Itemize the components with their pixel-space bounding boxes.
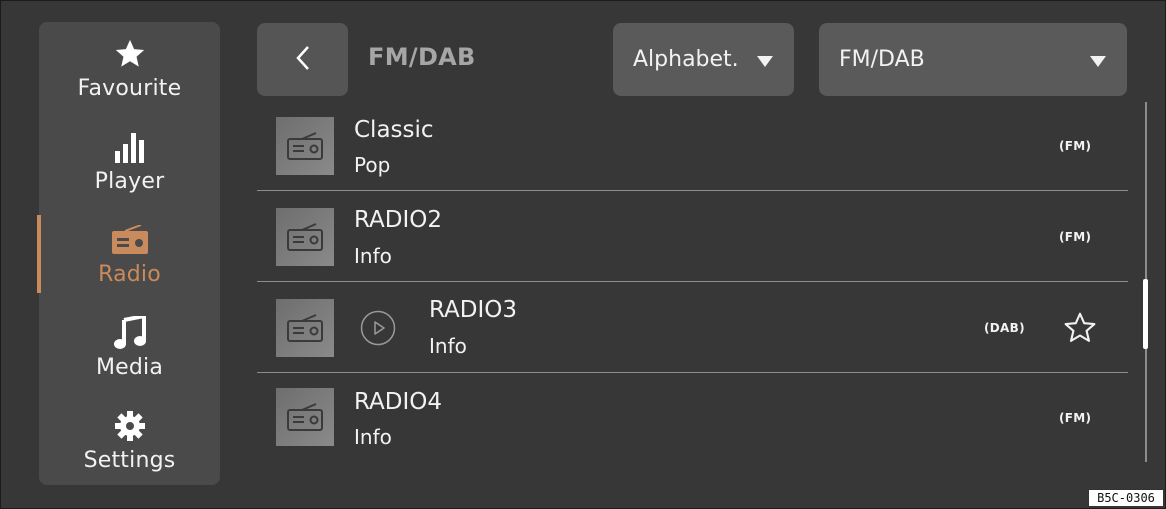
sidebar-item-label: Favourite xyxy=(77,76,182,101)
star-outline-icon[interactable] xyxy=(1062,310,1098,346)
station-name: RADIO3 xyxy=(429,297,518,323)
station-row-radio3[interactable]: RADIO3 Info (DAB) xyxy=(257,283,1128,373)
row-divider xyxy=(257,190,1128,191)
station-name: Classic xyxy=(354,117,434,143)
sidebar-item-label: Player xyxy=(94,169,165,194)
sort-dropdown[interactable]: Alphabet. xyxy=(613,23,794,96)
figure-code-label: B5C-0306 xyxy=(1088,489,1164,507)
radio-icon xyxy=(276,208,334,266)
source-dropdown-value: FM/DAB xyxy=(839,47,925,72)
star-icon xyxy=(110,36,150,72)
station-subtitle: Pop xyxy=(354,153,391,177)
station-name: RADIO2 xyxy=(354,207,443,233)
equalizer-bars-icon xyxy=(110,129,150,165)
back-button[interactable] xyxy=(257,23,348,96)
radio-icon xyxy=(276,117,334,175)
radio-icon xyxy=(276,388,334,446)
sidebar-item-label: Settings xyxy=(83,448,176,473)
sidebar-item-settings[interactable]: Settings xyxy=(39,394,220,484)
sidebar-item-label: Radio xyxy=(98,262,161,287)
sidebar: Favourite Player Radio Media Settings xyxy=(37,22,220,485)
radio-icon xyxy=(110,222,150,258)
sort-dropdown-value: Alphabet. xyxy=(633,47,739,72)
play-circle-icon[interactable] xyxy=(360,310,396,346)
sidebar-item-player[interactable]: Player xyxy=(39,115,220,205)
radio-screen: Favourite Player Radio Media Settings FM… xyxy=(0,0,1166,509)
source-dropdown[interactable]: FM/DAB xyxy=(819,23,1127,96)
row-divider xyxy=(257,281,1128,282)
station-row-classic[interactable]: Classic Pop (FM) xyxy=(257,101,1128,191)
station-subtitle: Info xyxy=(354,425,392,449)
sidebar-item-favourite[interactable]: Favourite xyxy=(39,22,220,112)
radio-icon xyxy=(276,299,334,357)
band-badge: (FM) xyxy=(1059,230,1092,244)
sidebar-item-radio[interactable]: Radio xyxy=(39,208,220,298)
sidebar-item-label: Media xyxy=(95,355,164,380)
band-badge: (DAB) xyxy=(984,321,1025,335)
band-badge: (FM) xyxy=(1059,139,1092,153)
scrollbar-thumb[interactable] xyxy=(1143,279,1148,349)
station-row-radio4[interactable]: RADIO4 Info (FM) xyxy=(257,374,1128,464)
station-subtitle: Info xyxy=(429,334,467,358)
gear-icon xyxy=(110,408,150,444)
page-title: FM/DAB xyxy=(368,43,476,71)
chevron-down-icon xyxy=(1090,55,1106,67)
sidebar-item-media[interactable]: Media xyxy=(39,301,220,391)
station-row-radio2[interactable]: RADIO2 Info (FM) xyxy=(257,192,1128,282)
row-divider xyxy=(257,372,1128,373)
chevron-down-icon xyxy=(757,55,773,67)
station-name: RADIO4 xyxy=(354,389,443,415)
chevron-left-icon xyxy=(295,45,311,75)
music-note-icon xyxy=(110,315,150,351)
band-badge: (FM) xyxy=(1059,411,1092,425)
station-subtitle: Info xyxy=(354,244,392,268)
